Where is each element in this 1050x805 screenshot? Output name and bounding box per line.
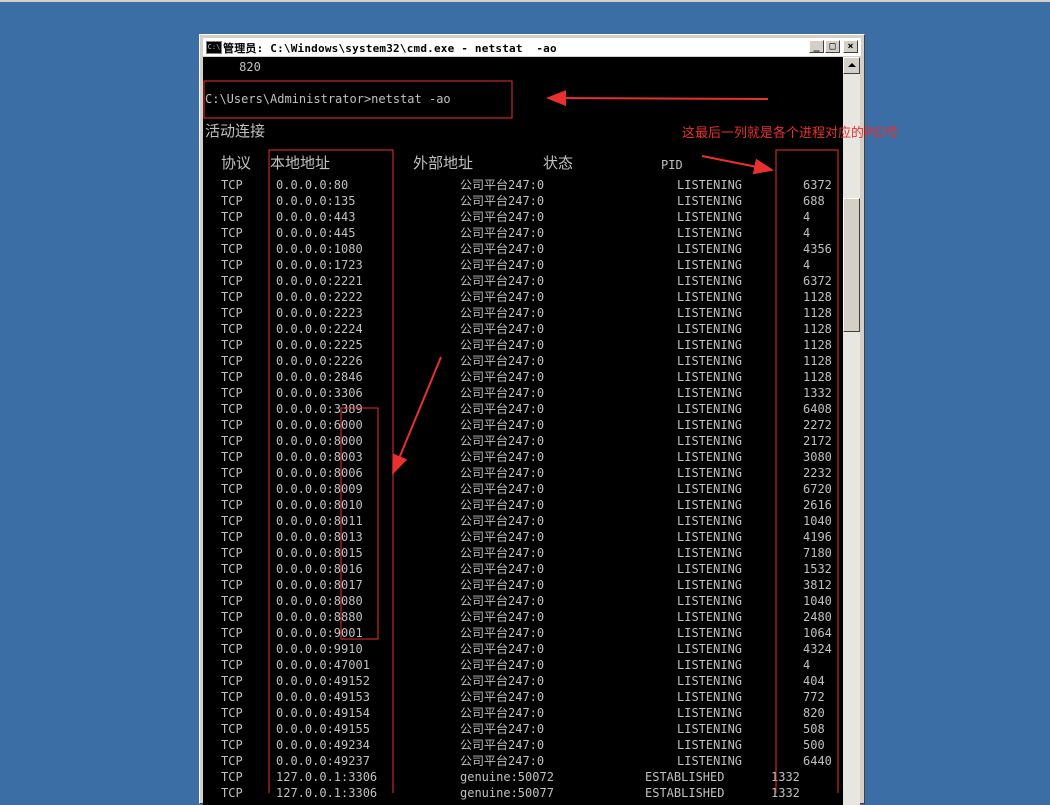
pid-arrow [701, 155, 774, 175]
local-address-arrow [392, 356, 442, 475]
local-address-highlight-box [268, 149, 394, 793]
annotation-overlay [203, 80, 839, 793]
prompt-highlight-box [203, 80, 513, 119]
pid-annotation-note: 这最后一列就是各个进程对应的PID号 [682, 126, 899, 141]
prompt-arrow [546, 90, 769, 107]
port-highlight-box [340, 407, 379, 640]
pid-highlight-box [775, 149, 839, 793]
